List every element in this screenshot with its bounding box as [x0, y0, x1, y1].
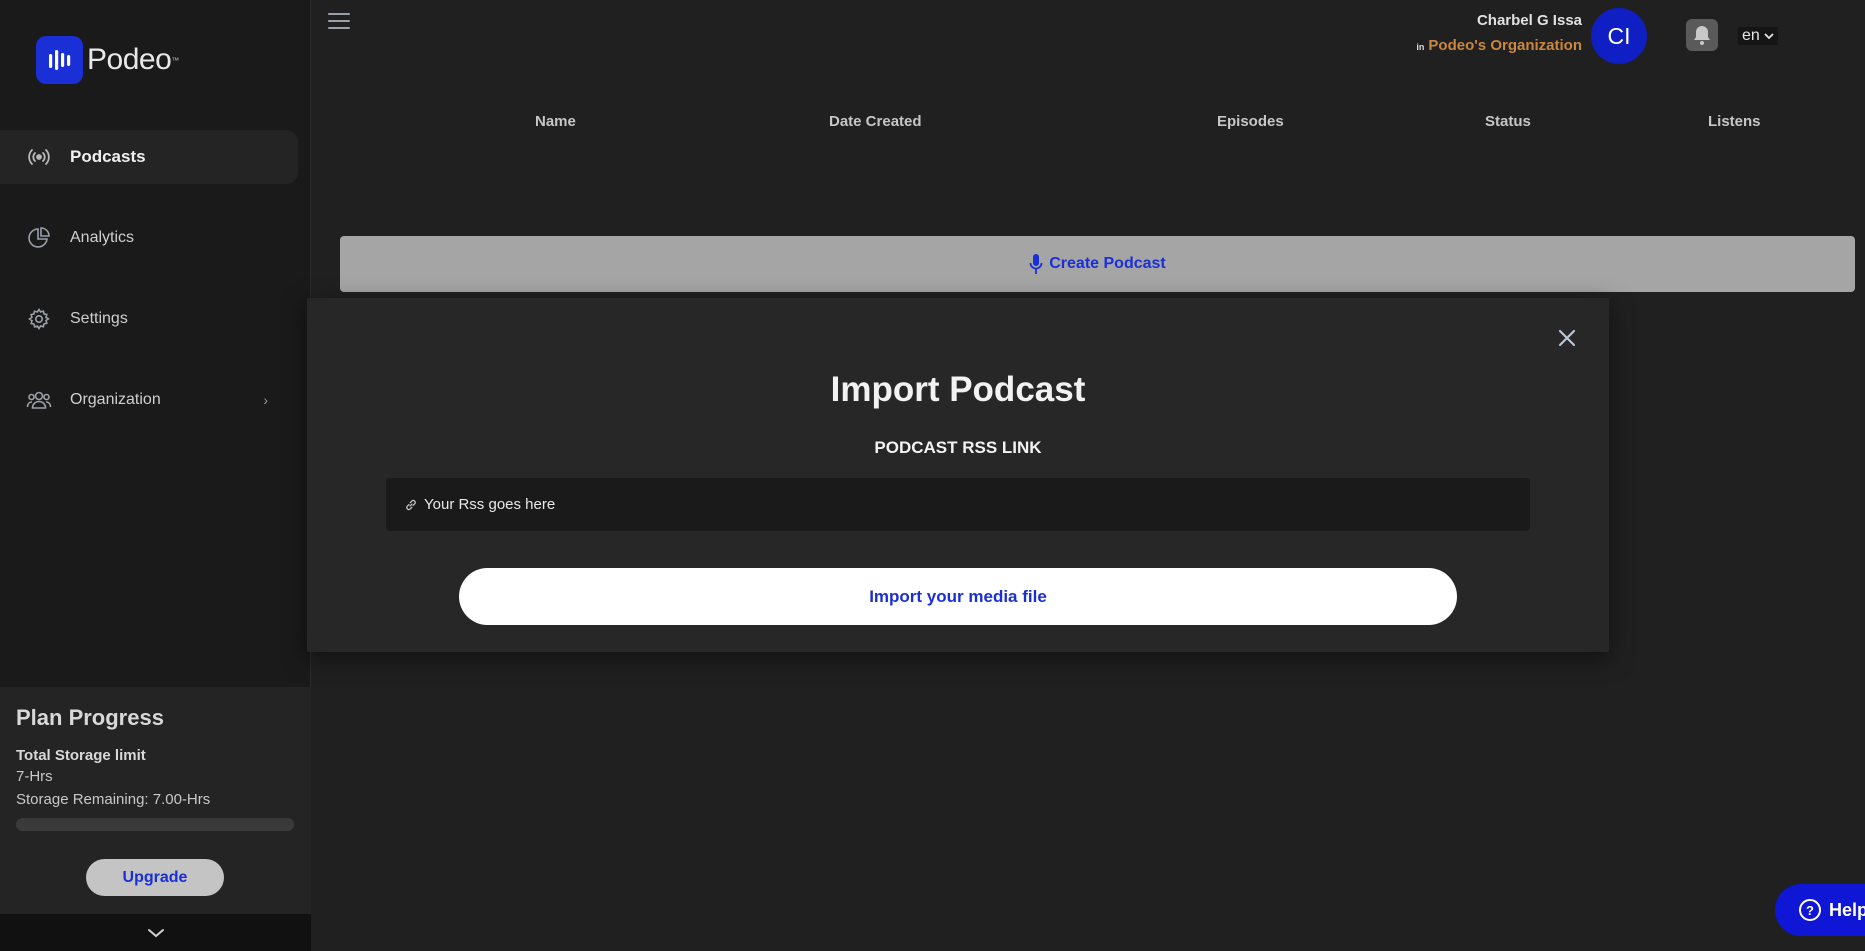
close-icon[interactable]	[1555, 326, 1579, 350]
microphone-icon	[1029, 254, 1043, 274]
rss-link-input[interactable]	[424, 496, 1524, 513]
user-info: Charbel G Issa in Podeo's Organization	[1416, 12, 1582, 54]
sidebar: Podeo ™ Podcasts Analytics Settings Orga…	[0, 0, 311, 951]
collapse-toggle[interactable]	[0, 914, 311, 951]
sidebar-item-organization[interactable]: Organization ›	[0, 373, 298, 427]
storage-limit-label: Total Storage limit	[16, 747, 146, 764]
sidebar-item-label: Podcasts	[70, 147, 146, 166]
help-button[interactable]: ? Help	[1775, 884, 1865, 936]
sidebar-item-label: Analytics	[70, 229, 135, 246]
menu-toggle-icon[interactable]	[328, 13, 350, 31]
storage-progress-bar	[16, 818, 294, 831]
language-value: en	[1742, 27, 1760, 44]
organization-name: Podeo's Organization	[1428, 37, 1582, 54]
bell-icon	[1694, 26, 1710, 45]
podeo-logo-mark-icon	[36, 36, 83, 84]
link-icon	[406, 499, 416, 510]
create-podcast-button[interactable]: Create Podcast	[340, 236, 1855, 292]
brand-name: Podeo	[87, 43, 172, 76]
user-name: Charbel G Issa	[1476, 12, 1582, 29]
sidebar-item-label: Settings	[70, 310, 128, 327]
podeo-logo[interactable]: Podeo ™	[36, 36, 179, 84]
column-header-name[interactable]: Name	[535, 113, 576, 130]
chevron-right-icon: ›	[263, 392, 268, 408]
sidebar-item-analytics[interactable]: Analytics	[0, 211, 298, 265]
language-select[interactable]: en	[1738, 27, 1779, 45]
storage-limit-value: 7-Hrs	[16, 768, 53, 785]
rss-link-label: PODCAST RSS LINK	[874, 438, 1042, 457]
import-podcast-modal: Import Podcast PODCAST RSS LINK Import y…	[307, 298, 1609, 652]
upgrade-button[interactable]: Upgrade	[86, 859, 224, 896]
brand-trademark: ™	[171, 55, 180, 65]
people-icon	[26, 387, 52, 413]
rss-input-wrapper	[386, 478, 1530, 531]
plan-title: Plan Progress	[16, 705, 164, 730]
chevron-down-icon	[147, 928, 164, 937]
gear-icon	[26, 306, 52, 332]
sidebar-item-podcasts[interactable]: Podcasts	[0, 130, 298, 184]
question-icon: ?	[1799, 899, 1821, 921]
chevron-down-icon	[1764, 33, 1774, 40]
avatar[interactable]: CI	[1591, 8, 1647, 64]
create-podcast-label: Create Podcast	[1049, 255, 1166, 272]
column-header-listens[interactable]: Listens	[1708, 113, 1761, 130]
organization-link[interactable]: in Podeo's Organization	[1416, 37, 1582, 54]
column-header-date-created[interactable]: Date Created	[829, 113, 922, 130]
plan-progress-panel: Plan Progress Total Storage limit 7-Hrs …	[0, 687, 311, 914]
broadcast-icon	[26, 144, 52, 170]
org-prefix: in	[1416, 42, 1425, 52]
help-label: Help	[1829, 899, 1865, 920]
sidebar-item-label: Organization	[70, 391, 161, 408]
sidebar-item-settings[interactable]: Settings	[0, 292, 298, 346]
notifications-button[interactable]	[1686, 19, 1718, 51]
modal-title: Import Podcast	[830, 370, 1086, 409]
storage-remaining: Storage Remaining: 7.00-Hrs	[16, 791, 211, 808]
import-media-button[interactable]: Import your media file	[459, 568, 1457, 625]
column-header-status[interactable]: Status	[1485, 113, 1531, 130]
column-header-episodes[interactable]: Episodes	[1217, 113, 1284, 130]
pie-chart-icon	[26, 225, 52, 251]
